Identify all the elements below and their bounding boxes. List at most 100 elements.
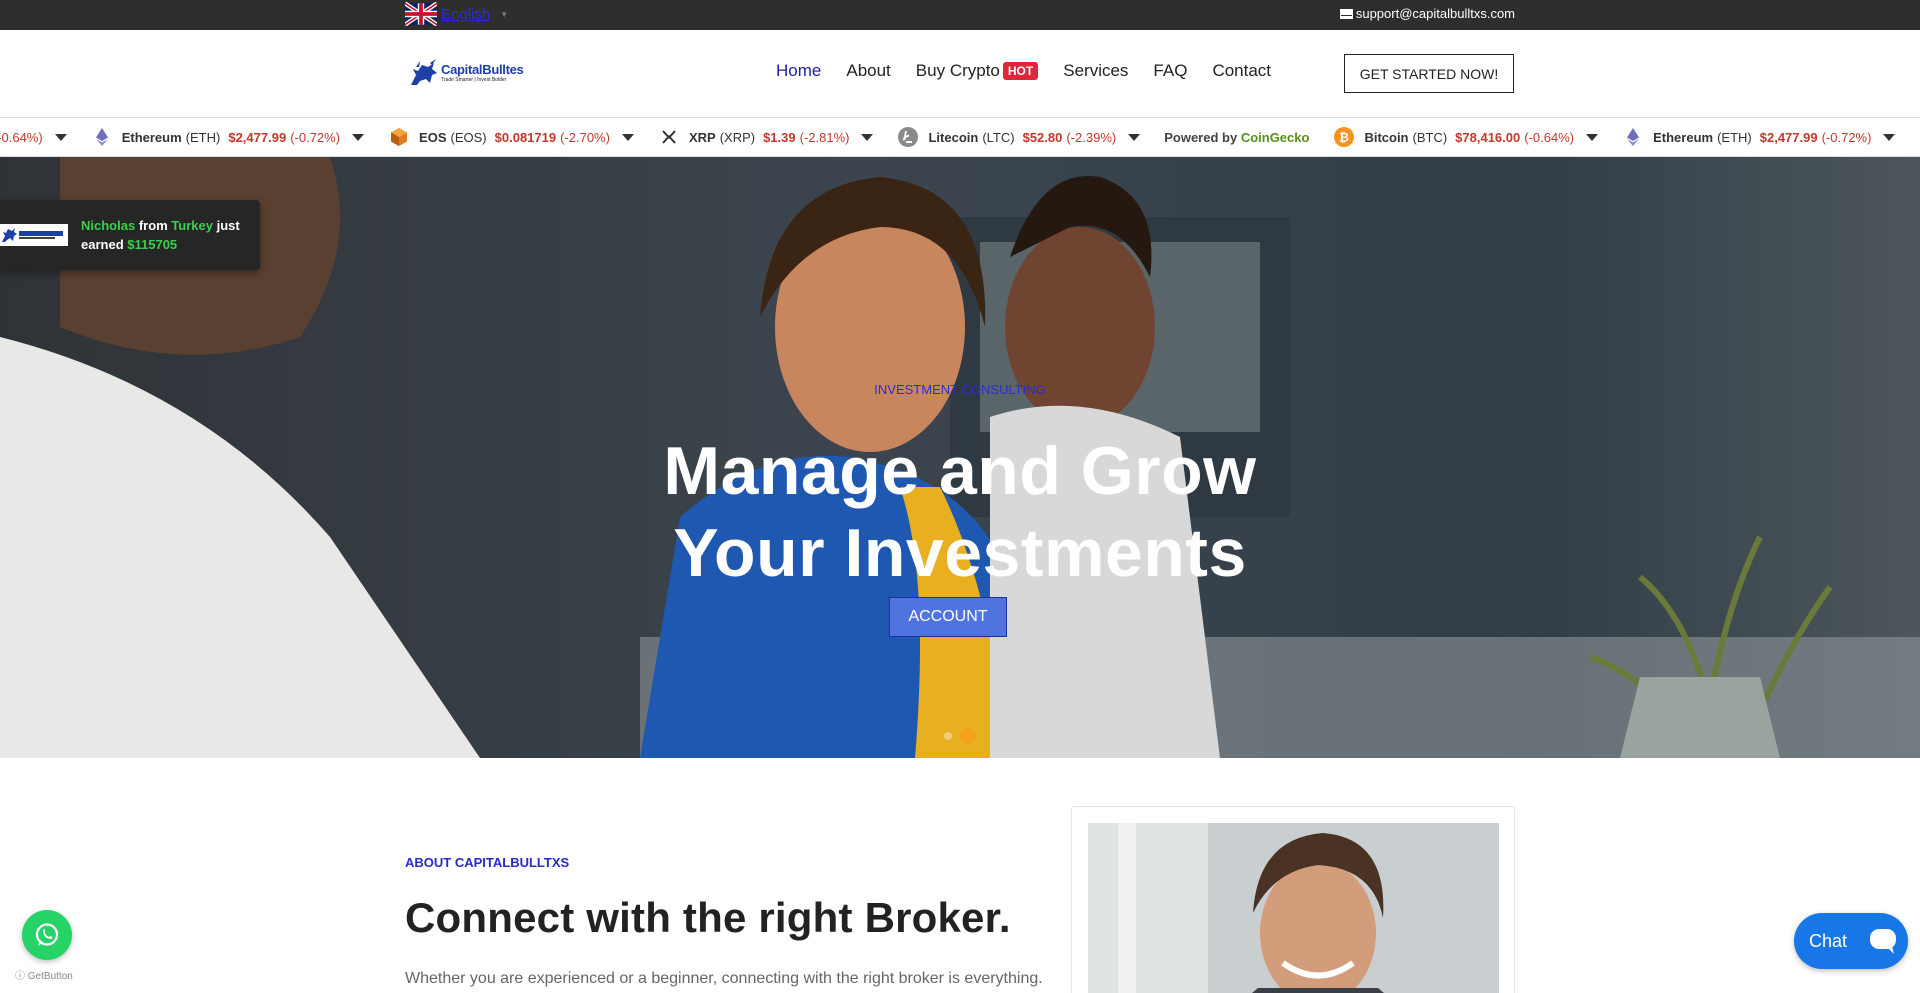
svg-text:₿: ₿ — [1340, 131, 1350, 145]
logo-name: CapitalBulltes — [441, 61, 524, 77]
broker-photo-image — [1088, 823, 1499, 993]
nav-contact[interactable]: Contact — [1212, 61, 1271, 81]
coingecko-link[interactable]: CoinGecko — [1241, 130, 1310, 145]
coin-price: $2,477.99 — [228, 129, 287, 145]
get-started-button[interactable]: GET STARTED NOW! — [1344, 54, 1514, 93]
bull-logo-icon — [411, 59, 437, 85]
caret-down-icon — [1883, 133, 1896, 141]
ticker-item-btc[interactable]: ₿ Bitcoin (BTC) $78,416.00 (-0.64%) — [1333, 126, 1599, 148]
nav-faq[interactable]: FAQ — [1153, 61, 1187, 81]
coin-symbol: (EOS) — [450, 129, 487, 145]
main-header: CapitalBulltes Trade Smarter | Invest Bo… — [0, 30, 1920, 117]
ticker-item-ltc[interactable]: Litecoin (LTC) $52.80 (-2.39%) — [897, 126, 1141, 148]
ticker-item-partial[interactable]: 0 (-0.64%) — [0, 130, 67, 145]
about-title: Connect with the right Broker. — [405, 894, 1011, 941]
site-logo[interactable]: CapitalBulltes Trade Smarter | Invest Bo… — [408, 56, 526, 90]
powered-by-coingecko[interactable]: Powered by CoinGecko — [1164, 130, 1309, 145]
top-bar: English ▼ support@capitalbulltxs.com — [0, 0, 1920, 30]
uk-flag-icon — [405, 2, 437, 26]
notification-from: from — [138, 218, 168, 233]
language-selector[interactable]: English ▼ — [405, 2, 508, 26]
notification-amount: $115705 — [127, 237, 178, 252]
chevron-down-icon: ▼ — [500, 9, 509, 19]
slider-dots — [944, 728, 984, 744]
chat-widget-button[interactable]: Chat — [1794, 913, 1908, 969]
ticker-track: 0 (-0.64%) Ethereum (ETH) $2,477.99 (-0.… — [0, 118, 1920, 156]
coin-symbol: (BTC) — [1412, 129, 1448, 145]
coin-name: Ethereum — [121, 129, 182, 145]
support-email[interactable]: support@capitalbulltxs.com — [1339, 6, 1515, 21]
hero-eyebrow: INVESTMENT CONSULTING — [874, 382, 1046, 397]
coin-symbol: (ETH) — [185, 129, 221, 145]
eos-icon — [391, 128, 408, 146]
nav-buy-crypto[interactable]: Buy Crypto HOT — [916, 61, 1039, 81]
coin-symbol: (LTC) — [982, 129, 1015, 145]
caret-down-icon — [352, 133, 365, 141]
ticker-item-eth-repeat[interactable]: Ethereum (ETH) $2,477.99 (-0.72%) — [1622, 126, 1896, 148]
getbutton-label[interactable]: GetButton — [28, 971, 73, 982]
ethereum-icon — [1627, 128, 1640, 146]
notification-just: just — [216, 218, 240, 233]
slider-dot-1[interactable] — [944, 732, 952, 740]
coin-change: (-2.70%) — [560, 129, 610, 145]
envelope-icon — [1339, 8, 1353, 19]
account-button[interactable]: ACCOUNT — [889, 597, 1007, 637]
coin-price: $52.80 — [1022, 129, 1063, 145]
caret-down-icon — [861, 133, 874, 141]
coin-name: Ethereum — [1653, 129, 1714, 145]
coin-symbol: (ETH) — [1717, 129, 1752, 145]
ticker-item-eth[interactable]: Ethereum (ETH) $2,477.99 (-0.72%) — [91, 126, 365, 148]
coin-name: Litecoin — [928, 129, 979, 145]
hero-slider: INVESTMENT CONSULTING Manage and Grow Yo… — [0, 157, 1920, 758]
notification-country: Turkey — [171, 218, 213, 233]
crypto-price-ticker: 0 (-0.64%) Ethereum (ETH) $2,477.99 (-0.… — [0, 117, 1920, 157]
coin-change: (-2.39%) — [1066, 129, 1117, 145]
main-nav: Home About Buy Crypto HOT Services FAQ C… — [776, 61, 1296, 81]
coin-name: Bitcoin — [1364, 129, 1409, 145]
coin-change: (-0.72%) — [1821, 129, 1872, 145]
coin-change: (-0.64%) — [1524, 129, 1575, 145]
caret-down-icon — [1586, 133, 1599, 141]
caret-down-icon — [621, 133, 634, 141]
language-label[interactable]: English — [441, 6, 490, 23]
broker-photo — [1088, 823, 1499, 993]
getbutton-credit[interactable]: ⓘ GetButton — [15, 967, 73, 982]
coin-change: (-0.72%) — [290, 129, 341, 145]
coin-change: (-2.81%) — [799, 129, 850, 145]
litecoin-icon — [898, 127, 919, 147]
notification-logo — [0, 224, 68, 246]
nav-about[interactable]: About — [846, 61, 890, 81]
bitcoin-icon: ₿ — [1334, 127, 1355, 147]
xrp-icon — [662, 130, 676, 144]
coin-symbol: (XRP) — [719, 129, 756, 145]
support-email-text[interactable]: support@capitalbulltxs.com — [1356, 6, 1515, 21]
coin-price: $2,477.99 — [1759, 129, 1818, 145]
chat-label[interactable]: Chat — [1809, 931, 1847, 952]
hero-title-line-1: Manage and Grow — [663, 433, 1257, 509]
ticker-item-eos[interactable]: EOS (EOS) $0.081719 (-2.70%) — [388, 126, 634, 148]
earnings-notification: Nicholas from Turkey just earned $115705 — [0, 200, 260, 270]
coin-price: $78,416.00 — [1455, 129, 1521, 145]
coin-price: $0.081719 — [494, 129, 557, 145]
whatsapp-button[interactable] — [22, 910, 72, 960]
notification-name: Nicholas — [81, 218, 136, 233]
hero-title: Manage and Grow Your Investments — [0, 430, 1920, 594]
nav-services[interactable]: Services — [1063, 61, 1128, 81]
slider-dot-2[interactable] — [960, 728, 976, 744]
whatsapp-icon — [35, 923, 59, 946]
nav-buy-crypto-label[interactable]: Buy Crypto — [916, 61, 1000, 81]
ethereum-icon — [95, 128, 108, 146]
ticker-item-xrp[interactable]: XRP (XRP) $1.39 (-2.81%) — [658, 126, 874, 148]
notification-message: Nicholas from Turkey just earned $115705 — [81, 216, 251, 254]
about-body: Whether you are experienced or a beginne… — [405, 970, 1043, 987]
logo-tagline: Trade Smarter | Invest Bolder — [441, 76, 507, 83]
about-photo-card — [1071, 806, 1515, 993]
caret-down-icon — [1128, 133, 1141, 141]
coin-name: XRP — [688, 129, 716, 145]
coin-price: $1.39 — [763, 129, 796, 145]
notification-earned: earned — [81, 237, 124, 252]
powered-by-label: Powered by — [1164, 129, 1238, 145]
coin-name: EOS — [419, 129, 447, 145]
nav-home[interactable]: Home — [776, 61, 821, 81]
caret-down-icon — [54, 133, 67, 141]
